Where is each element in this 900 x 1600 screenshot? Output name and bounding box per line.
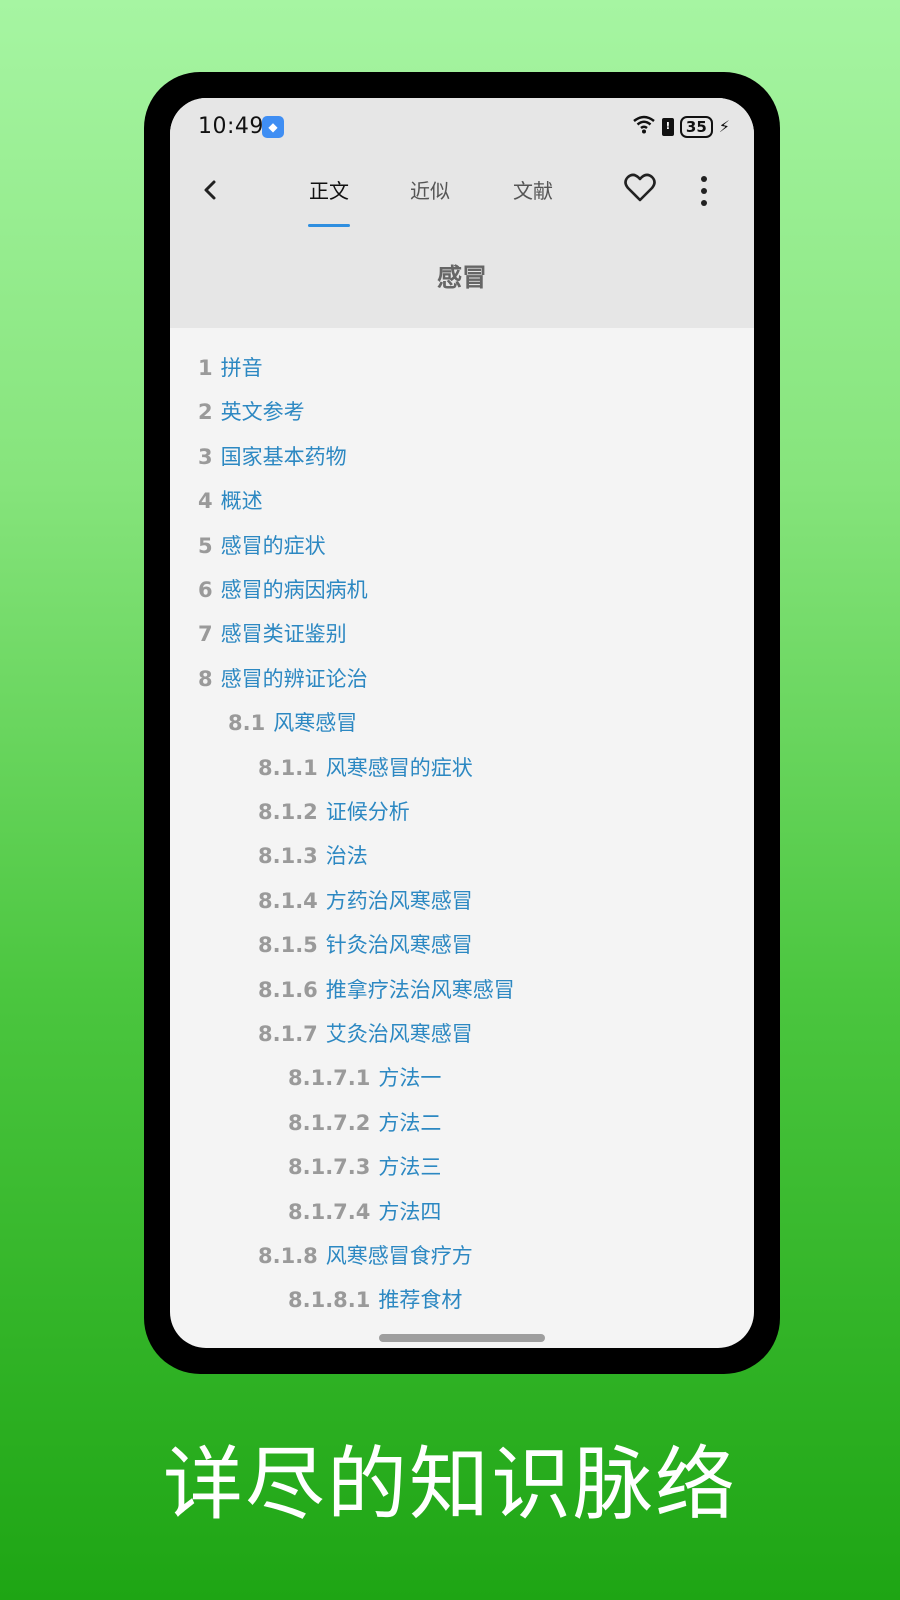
- toc-item-label: 方法四: [378, 1199, 442, 1224]
- toc-item-number: 5: [198, 533, 213, 558]
- toc-item[interactable]: 2 英文参考: [198, 394, 305, 430]
- page-title: 感冒: [436, 263, 487, 292]
- toc-item-number: 8.1.4: [258, 888, 318, 913]
- toc-item[interactable]: 8.1.7.4 方法四: [288, 1194, 441, 1230]
- toc-item[interactable]: 8.1.8 风寒感冒食疗方: [258, 1238, 473, 1274]
- sim-alert-icon: !: [661, 117, 674, 136]
- tab-literature[interactable]: 文献: [513, 176, 553, 206]
- back-arrow-icon[interactable]: [200, 170, 220, 221]
- toc-item[interactable]: 5 感冒的症状: [198, 528, 326, 564]
- phone-screen: 10:49 ◆ ! 35 ⚡ 正文 近似 文献 感冒 1 拼音 2 英文参考 3 国家基本…: [170, 98, 754, 1348]
- toc-item[interactable]: 8.1.7.2 方法二: [288, 1105, 441, 1141]
- toc-item-number: 8: [198, 666, 213, 691]
- toc-item-label: 针灸治风寒感冒: [325, 933, 473, 958]
- toc-item-number: 8.1.3: [258, 844, 318, 869]
- tab-main-text[interactable]: 正文: [309, 176, 349, 206]
- toc-item-label: 感冒类证鉴别: [220, 622, 347, 647]
- toc-item-number: 4: [198, 489, 213, 514]
- toc-item[interactable]: 3 国家基本药物: [198, 439, 347, 475]
- home-indicator[interactable]: [379, 1334, 545, 1342]
- toc-item[interactable]: 8.1.6 推拿疗法治风寒感冒: [258, 972, 515, 1008]
- toc-item-number: 8.1.7.1: [288, 1066, 371, 1091]
- toc-item[interactable]: 7 感冒类证鉴别: [198, 616, 347, 652]
- active-tab-indicator: [308, 224, 350, 227]
- toc-item-number: 2: [198, 400, 213, 425]
- toc-item[interactable]: 8.1.5 针灸治风寒感冒: [258, 927, 473, 963]
- toc-item-label: 方法三: [378, 1155, 442, 1180]
- toc-item-label: 治法: [325, 844, 368, 869]
- charging-icon: ⚡: [718, 117, 730, 136]
- toc-item-label: 风寒感冒: [273, 711, 358, 736]
- toc-item-label: 证候分析: [325, 800, 410, 824]
- app-header: 10:49 ◆ ! 35 ⚡ 正文 近似 文献 感冒: [170, 98, 754, 328]
- toc-item-label: 推荐食材: [378, 1288, 463, 1313]
- toc-item[interactable]: 8.1.3 治法: [258, 838, 368, 874]
- toc-item-label: 国家基本药物: [220, 444, 347, 469]
- toc-item-label: 方法一: [378, 1066, 442, 1091]
- toc-item-label: 方药治风寒感冒: [325, 888, 473, 913]
- toc-item-label: 概述: [220, 489, 263, 514]
- toc-item-number: 3: [198, 444, 213, 469]
- toc-item-label: 风寒感冒的症状: [325, 755, 473, 780]
- toc-item-number: 8.1.1: [258, 755, 318, 780]
- toc-item-number: 8.1.7.3: [288, 1155, 371, 1180]
- toc-item-label: 方法二: [378, 1110, 442, 1135]
- toc-item-label: 感冒的病因病机: [220, 578, 368, 602]
- toc-item-number: 8.1.8: [258, 1244, 318, 1268]
- toc-item[interactable]: 8.1.2 证候分析: [258, 794, 410, 830]
- toc-item-number: 6: [198, 578, 213, 602]
- toc-item[interactable]: 8.1.7 艾灸治风寒感冒: [258, 1016, 473, 1052]
- toc-item-number: 7: [198, 622, 213, 647]
- heart-icon[interactable]: [622, 170, 658, 206]
- more-vert-icon[interactable]: [698, 176, 710, 206]
- toc-item-label: 感冒的症状: [220, 533, 326, 558]
- battery-icon: 35: [679, 115, 713, 138]
- toc-item-number: 8.1.7: [258, 1022, 318, 1046]
- toc-item-label: 感冒的辨证论治: [220, 666, 368, 691]
- toc-item[interactable]: 8.1.8.1 推荐食材: [288, 1282, 462, 1318]
- wifi-icon: [632, 114, 656, 139]
- toc-item[interactable]: 8.1.4 方药治风寒感冒: [258, 883, 473, 919]
- toc-item-label: 风寒感冒食疗方: [325, 1244, 473, 1268]
- toc-item[interactable]: 8.1 风寒感冒: [228, 705, 357, 741]
- toc-item[interactable]: 1 拼音: [198, 350, 263, 386]
- toc-item-label: 英文参考: [220, 400, 305, 425]
- toc-item[interactable]: 8 感冒的辨证论治: [198, 661, 368, 697]
- toc-item[interactable]: 8.1.7.3 方法三: [288, 1149, 441, 1185]
- toc-item-number: 8.1.7.2: [288, 1110, 371, 1135]
- app-notification-icon: ◆: [262, 116, 284, 138]
- toc-item-number: 8.1.2: [258, 800, 318, 824]
- toc-item-number: 8.1.5: [258, 933, 318, 958]
- toc-item[interactable]: 8.1.7.1 方法一: [288, 1060, 441, 1096]
- status-icons: ! 35 ⚡: [632, 114, 730, 139]
- toc-item[interactable]: 8.1.1 风寒感冒的症状: [258, 750, 473, 786]
- toc-item-label: 推拿疗法治风寒感冒: [325, 977, 515, 1002]
- promo-caption: 详尽的知识脉络: [163, 1438, 737, 1531]
- toc-item-number: 8.1.8.1: [288, 1288, 371, 1313]
- toc-item-number: 8.1.7.4: [288, 1199, 371, 1224]
- toc-item[interactable]: 6 感冒的病因病机: [198, 572, 368, 608]
- toc-item-number: 8.1.6: [258, 977, 318, 1002]
- status-time: 10:49: [198, 114, 264, 139]
- toc-item-label: 艾灸治风寒感冒: [325, 1022, 473, 1046]
- toc-item-number: 1: [198, 356, 213, 380]
- toc-item[interactable]: 4 概述: [198, 483, 263, 519]
- toc-item-label: 拼音: [220, 356, 263, 380]
- tab-similar[interactable]: 近似: [410, 176, 450, 206]
- toc-item-number: 8.1: [228, 711, 266, 736]
